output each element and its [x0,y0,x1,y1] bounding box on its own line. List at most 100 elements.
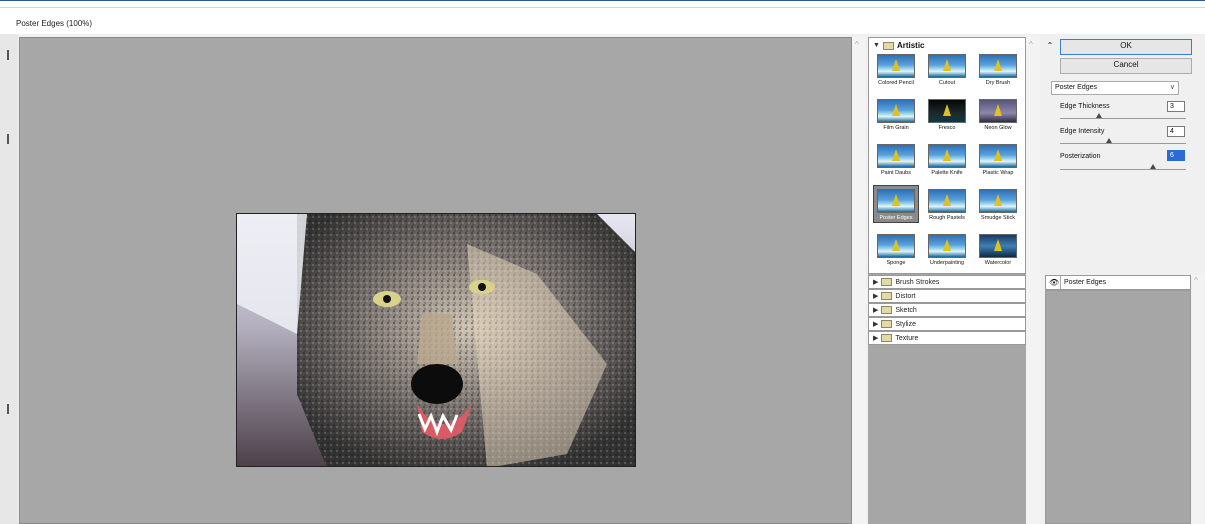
filter-thumb-label: Cutout [938,80,956,86]
filter-preview-image [877,99,915,123]
filter-preview-image [979,234,1017,258]
filter-thumb-neon-glow[interactable]: Neon Glow [975,95,1021,133]
preview-scrollbar[interactable]: ^ [852,37,866,524]
filter-thumb-underpainting[interactable]: Underpainting [924,230,970,268]
category-label: Brush Strokes [895,278,940,286]
edge-intensity-label: Edge Intensity [1060,128,1105,135]
filter-select-value: Poster Edges [1055,84,1098,91]
filter-preview-image [928,234,966,258]
edge-intensity-slider-knob[interactable] [1106,138,1112,143]
filter-thumb-fresco[interactable]: Fresco [924,95,970,133]
category-texture[interactable]: ▶ Texture [868,331,1026,345]
filter-thumb-poster-edges[interactable]: Poster Edges [873,185,919,223]
filter-select[interactable]: Poster Edges ∨ [1051,81,1179,95]
collapsed-triangle-icon: ▶ [873,279,879,286]
edge-thickness-slider-knob[interactable] [1096,113,1102,118]
expanded-triangle-icon: ▼ [873,42,880,49]
category-sketch[interactable]: ▶ Sketch [868,303,1026,317]
eye-icon[interactable]: 👁 [1049,276,1059,289]
filter-thumb-film-grain[interactable]: Film Grain [873,95,919,133]
filter-thumb-dry-brush[interactable]: Dry Brush [975,50,1021,88]
filter-thumb-paint-daubs[interactable]: Paint Daubs [873,140,919,178]
window-title: Poster Edges (100%) [16,19,93,28]
ok-button[interactable]: OK [1060,39,1192,55]
filter-thumb-label: Smudge Stick [981,215,1015,221]
filter-thumb-label: Dry Brush [985,80,1011,86]
collapsed-triangle-icon: ▶ [873,293,879,300]
window-top-border [0,0,1205,8]
category-distort[interactable]: ▶ Distort [868,289,1026,303]
filter-preview-image [928,144,966,168]
scroll-up-icon[interactable]: ^ [1194,276,1198,285]
folder-icon [882,41,894,50]
category-label: Artistic [896,41,925,50]
filter-preview-image [877,189,915,213]
filter-thumb-label: Palette Knife [931,170,963,176]
filter-thumb-label: Film Grain [883,125,909,131]
edge-thickness-input[interactable]: 3 [1167,101,1185,112]
folder-icon [881,334,893,342]
folder-icon [881,278,893,286]
preview-image[interactable] [236,213,636,467]
edge-thickness-label: Edge Thickness [1060,103,1110,110]
filter-preview-image [928,99,966,123]
category-label: Stylize [895,320,917,328]
posterization-slider-track[interactable] [1060,169,1186,170]
filter-thumb-label: Underpainting [929,260,965,266]
category-brush-strokes[interactable]: ▶ Brush Strokes [868,275,1026,289]
collapsed-triangle-icon: ▶ [873,335,879,342]
edge-intensity-input[interactable]: 4 [1167,126,1185,137]
filter-browser-scrollbar[interactable]: ^ [1026,37,1040,524]
filter-thumb-sponge[interactable]: Sponge [873,230,919,268]
edge-thickness-slider-track[interactable] [1060,118,1186,119]
filter-preview-image [877,144,915,168]
divider [1060,276,1061,289]
scroll-up-icon[interactable]: ^ [1029,40,1033,49]
filter-preview-image [979,189,1017,213]
filter-thumb-label: Fresco [938,125,956,131]
filter-thumb-rough-pastels[interactable]: Rough Pastels [924,185,970,223]
filter-thumb-label: Paint Daubs [881,170,911,176]
filter-thumb-label: Neon Glow [984,125,1012,131]
scroll-up-icon[interactable]: ^ [855,40,859,49]
effect-layer-name: Poster Edges [1064,279,1107,286]
filter-preview-image [979,54,1017,78]
filter-thumb-label: Colored Pencil [878,80,914,86]
filter-preview-image [928,189,966,213]
filter-preview-image [928,54,966,78]
filter-thumb-colored-pencil[interactable]: Colored Pencil [873,50,919,88]
effect-layers-list [1045,290,1191,524]
artistic-category-panel: ▼ Artistic Colored Pencil Cutout Dry Bru… [868,37,1026,274]
filter-thumb-label: Sponge [886,260,906,266]
filter-preview-image [979,99,1017,123]
effect-layer-row[interactable]: 👁 Poster Edges [1045,275,1191,290]
cancel-button[interactable]: Cancel [1060,58,1192,74]
effect-layers-scrollbar[interactable]: ^ [1192,275,1204,524]
filter-thumb-label: Poster Edges [879,215,913,221]
folder-icon [881,306,893,314]
category-stylize[interactable]: ▶ Stylize [868,317,1026,331]
filter-thumb-palette-knife[interactable]: Palette Knife [924,140,970,178]
category-label: Texture [895,334,919,342]
collapse-browser-icon[interactable]: ⌃ [1045,41,1055,51]
title-bar: Poster Edges (100%) [0,8,1205,34]
filter-thumb-watercolor[interactable]: Watercolor [975,230,1021,268]
filter-thumb-smudge-stick[interactable]: Smudge Stick [975,185,1021,223]
artistic-category-header[interactable]: ▼ Artistic [873,41,925,50]
category-label: Sketch [895,306,917,314]
filter-preview-image [877,54,915,78]
category-label: Distort [895,292,916,300]
left-edge-strip [0,34,18,524]
edge-intensity-slider-track[interactable] [1060,143,1186,144]
filter-thumb-plastic-wrap[interactable]: Plastic Wrap [975,140,1021,178]
folder-icon [881,292,893,300]
filter-thumb-cutout[interactable]: Cutout [924,50,970,88]
posterization-input[interactable]: 6 [1167,150,1185,161]
collapsed-triangle-icon: ▶ [873,321,879,328]
filter-preview-image [979,144,1017,168]
posterization-slider-knob[interactable] [1150,164,1156,169]
filter-thumb-label: Rough Pastels [929,215,965,221]
chevron-down-icon: ∨ [1169,84,1175,91]
folder-icon [881,320,893,328]
filter-thumb-label: Plastic Wrap [982,170,1014,176]
